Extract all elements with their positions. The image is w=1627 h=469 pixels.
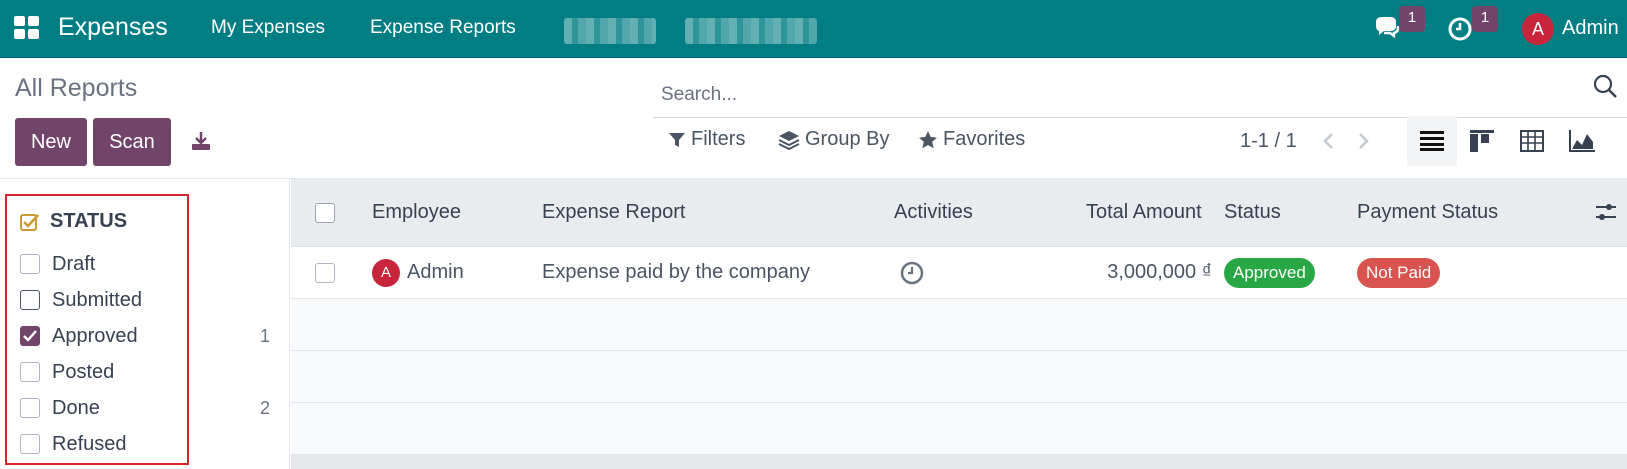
filters-button[interactable]: Filters — [668, 128, 745, 151]
list-view-button[interactable] — [1407, 116, 1457, 166]
messages-icon[interactable] — [1372, 14, 1402, 44]
total-amount-cell: 3,000,000 ₫ — [1107, 261, 1212, 283]
pivot-view-button[interactable] — [1507, 116, 1557, 166]
menu-my-expenses[interactable]: My Expenses — [211, 17, 325, 39]
row-checkbox[interactable] — [315, 263, 335, 283]
column-total-amount[interactable]: Total Amount — [1086, 201, 1202, 224]
done-checkbox[interactable] — [20, 398, 40, 418]
kanban-view-icon — [1470, 130, 1494, 152]
apps-menu-icon[interactable] — [14, 16, 40, 40]
optional-columns-icon[interactable] — [1595, 201, 1617, 223]
menu-expense-reports[interactable]: Expense Reports — [370, 17, 516, 39]
posted-checkbox[interactable] — [20, 362, 40, 382]
status-filter-header: STATUS — [20, 210, 127, 233]
download-icon[interactable] — [190, 130, 212, 152]
status-filter-label: Approved — [52, 324, 138, 347]
kanban-view-button[interactable] — [1457, 116, 1507, 166]
column-expense-report[interactable]: Expense Report — [542, 201, 685, 224]
checked-square-icon — [20, 213, 39, 231]
user-name[interactable]: Admin — [1562, 17, 1619, 40]
employee-avatar[interactable]: A — [372, 259, 400, 287]
group-by-button[interactable]: Group By — [778, 128, 889, 151]
refused-checkbox[interactable] — [20, 434, 40, 454]
status-filter-title: STATUS — [50, 210, 128, 232]
select-all-checkbox[interactable] — [315, 203, 335, 223]
top-navbar: Expenses My Expenses Expense Reports 1 1… — [0, 0, 1627, 58]
status-filter-approved[interactable]: Approved 1 — [20, 321, 280, 351]
expense-report-cell: Expense paid by the company — [542, 261, 810, 283]
status-filter-label: Done — [52, 396, 100, 419]
payment-status-badge: Not Paid — [1357, 258, 1441, 288]
favorites-label: Favorites — [943, 128, 1026, 150]
group-by-label: Group By — [805, 128, 890, 150]
new-button[interactable]: New — [15, 118, 87, 166]
status-filter-label: Posted — [52, 360, 115, 383]
status-filter-refused[interactable]: Refused — [20, 429, 280, 459]
pager-next-icon[interactable] — [1352, 130, 1374, 152]
list-footer — [291, 455, 1627, 469]
blurred-menu-item[interactable] — [685, 18, 817, 44]
status-filter-draft[interactable]: Draft — [20, 249, 280, 279]
status-filter-label: Refused — [52, 432, 127, 455]
activities-badge: 1 — [1472, 6, 1498, 32]
status-filter-count: 1 — [259, 325, 270, 346]
graph-view-button[interactable] — [1557, 116, 1607, 166]
star-icon — [919, 130, 937, 148]
scan-button[interactable]: Scan — [93, 118, 171, 166]
table-row[interactable]: A Admin Expense paid by the company 3,00… — [291, 247, 1627, 299]
employee-cell: Admin — [407, 261, 464, 283]
empty-row — [291, 403, 1627, 455]
pager-value[interactable]: 1-1 / 1 — [1240, 130, 1297, 153]
messages-badge: 1 — [1399, 6, 1425, 32]
column-activities[interactable]: Activities — [894, 201, 973, 224]
favorites-button[interactable]: Favorites — [918, 128, 1025, 151]
empty-row — [291, 351, 1627, 403]
pivot-view-icon — [1520, 130, 1544, 152]
expense-reports-list: Employee Expense Report Activities Total… — [291, 179, 1627, 469]
filter-icon — [669, 132, 685, 147]
check-icon — [23, 330, 37, 342]
filters-label: Filters — [691, 128, 746, 150]
search-icon[interactable] — [1591, 72, 1619, 100]
status-filter-label: Submitted — [52, 288, 143, 311]
column-status[interactable]: Status — [1224, 201, 1281, 224]
column-payment-status[interactable]: Payment Status — [1357, 201, 1498, 224]
user-avatar[interactable]: A — [1522, 13, 1554, 45]
status-filter-label: Draft — [52, 252, 96, 275]
empty-row — [291, 299, 1627, 351]
draft-checkbox[interactable] — [20, 254, 40, 274]
layers-icon — [778, 130, 800, 150]
search-input[interactable] — [661, 80, 1541, 110]
status-filter-posted[interactable]: Posted — [20, 357, 280, 387]
status-filter-done[interactable]: Done 2 — [20, 393, 280, 423]
column-employee[interactable]: Employee — [372, 201, 461, 224]
list-view-icon — [1420, 131, 1444, 151]
graph-view-icon — [1569, 130, 1595, 152]
submitted-checkbox[interactable] — [20, 290, 40, 310]
status-filter-submitted[interactable]: Submitted — [20, 285, 280, 315]
clock-icon[interactable] — [899, 260, 925, 286]
pager-previous-icon[interactable] — [1318, 130, 1340, 152]
blurred-menu-item[interactable] — [564, 18, 656, 44]
page-title: All Reports — [15, 74, 138, 102]
status-filter-count: 2 — [259, 397, 270, 418]
status-badge: Approved — [1224, 258, 1315, 288]
approved-checkbox[interactable] — [20, 326, 40, 346]
app-name[interactable]: Expenses — [58, 13, 168, 42]
list-header: Employee Expense Report Activities Total… — [291, 179, 1627, 247]
search-bar — [653, 72, 1627, 118]
